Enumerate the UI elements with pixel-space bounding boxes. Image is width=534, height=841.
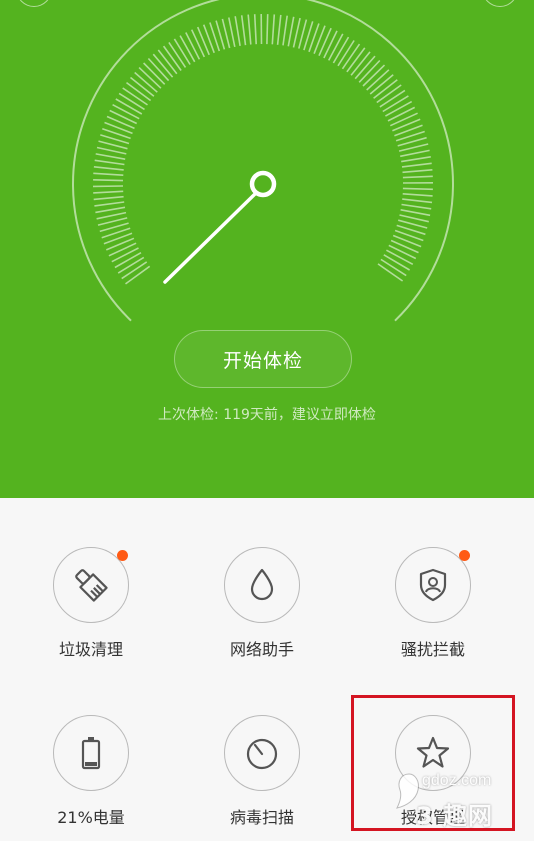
gauge-tick <box>282 15 288 46</box>
gauge-tick <box>96 146 127 155</box>
gauge-tick <box>392 234 422 248</box>
gauge-tick <box>117 256 145 274</box>
gauge-tick <box>401 156 431 163</box>
gauge-tick <box>332 36 350 64</box>
last-check-text: 上次体检: 119天前，建议立即体检 <box>158 407 376 423</box>
gauge-tick <box>114 252 142 269</box>
gauge-tick <box>287 16 295 47</box>
tool-label: 网络助手 <box>229 640 294 659</box>
gauge-tick <box>95 206 126 214</box>
gauge-tick <box>377 263 404 282</box>
gauge-tick <box>93 172 124 176</box>
tool-battery[interactable]: 21%电量 <box>7 666 177 827</box>
broom-icon <box>75 569 108 602</box>
gauge-tick <box>271 14 276 45</box>
gauge-tick <box>327 33 344 61</box>
gauge-tick <box>118 92 145 111</box>
shield-user-icon <box>419 568 447 602</box>
gauge-tick <box>253 14 257 45</box>
gauge-tick <box>95 153 126 160</box>
start-check-button[interactable]: 开始体检 <box>174 330 352 388</box>
tool-icon-circle <box>224 715 300 791</box>
gauge-tick <box>402 193 433 197</box>
gauge-tick <box>379 89 406 108</box>
gauge-tick <box>240 15 247 46</box>
gauge-tick <box>94 201 125 207</box>
gauge-tick <box>179 35 196 63</box>
gauge-tick <box>292 17 301 48</box>
gauge-tick <box>196 26 210 56</box>
gauge-tick <box>108 242 137 257</box>
scan-dial-icon <box>246 738 278 770</box>
tool-harassment-block[interactable]: 骚扰拦截 <box>349 498 519 659</box>
gauge-tick <box>385 100 413 117</box>
gauge-tick <box>402 169 433 174</box>
gauge-tick <box>112 103 140 120</box>
gauge-tick <box>387 106 416 122</box>
gauge-needle <box>163 191 258 284</box>
gauge-tick <box>402 187 433 191</box>
gauge-tick <box>111 247 139 263</box>
gauge-tick <box>400 149 430 158</box>
gauge-tick <box>337 40 355 67</box>
gauge-tick <box>380 258 407 277</box>
gauge-tick <box>401 162 432 168</box>
gauge-ticks <box>92 13 434 285</box>
highlight-box <box>351 695 515 831</box>
gauge-tick <box>276 14 282 45</box>
tool-icon-circle <box>224 547 300 623</box>
gauge-tick <box>389 112 418 127</box>
gauge-tick <box>190 29 206 58</box>
tool-junk-cleaner[interactable]: 垃圾清理 <box>7 498 177 659</box>
gauge-tick <box>104 121 133 135</box>
gauge-tick <box>266 14 269 45</box>
tool-label: 骚扰拦截 <box>400 640 465 659</box>
security-center-screen: 开始体检 上次体检: 119天前，建议立即体检 垃圾清理 网络助手 骚扰拦截 2… <box>0 0 534 841</box>
gauge-tick <box>399 214 429 223</box>
tool-label: 垃圾清理 <box>58 640 123 659</box>
notification-badge <box>117 550 128 561</box>
gauge-tick <box>168 41 187 68</box>
tool-icon-circle <box>53 715 129 791</box>
gauge-tick <box>185 32 201 60</box>
gauge-tick <box>388 244 417 260</box>
gauge-tick <box>173 38 191 65</box>
gauge-tick <box>105 237 135 251</box>
gauge-tick <box>115 98 143 115</box>
gauge-tick <box>401 203 432 210</box>
gauge-tick <box>93 195 124 201</box>
tool-label: 21%电量 <box>57 808 125 827</box>
gauge-tick <box>93 166 124 171</box>
gauge-tick <box>122 87 148 106</box>
tool-label: 病毒扫描 <box>229 808 294 827</box>
gauge-tick <box>402 198 433 204</box>
gauge-tick <box>390 239 419 254</box>
gauge-tick <box>93 190 124 194</box>
notification-badge <box>459 550 470 561</box>
health-check-panel: 开始体检 上次体检: 119天前，建议立即体检 <box>0 0 534 498</box>
tool-network-assistant[interactable]: 网络助手 <box>178 498 348 659</box>
gauge-tick <box>93 179 124 182</box>
gauge-tick <box>386 249 414 266</box>
gauge-tick <box>234 16 241 47</box>
gauge-pivot <box>249 170 277 198</box>
gauge-tick <box>106 115 135 130</box>
gauge-tick <box>109 109 138 125</box>
gauge-tick <box>247 14 252 45</box>
gauge-tick <box>94 159 125 166</box>
gauge-tick <box>96 211 127 220</box>
tool-virus-scan[interactable]: 病毒扫描 <box>178 666 348 827</box>
gauge-tick <box>323 30 338 59</box>
gauge-tick <box>318 27 332 57</box>
gauge-tick <box>313 25 326 54</box>
droplet-icon <box>250 568 274 601</box>
gauge-tick <box>392 118 421 132</box>
score-gauge <box>72 0 454 322</box>
battery-icon <box>81 737 101 770</box>
gauge-tick <box>228 17 236 48</box>
gauge-tick <box>383 254 411 271</box>
gauge-tick <box>402 175 433 179</box>
gauge-tick <box>400 209 431 217</box>
gauge-tick <box>382 95 409 113</box>
